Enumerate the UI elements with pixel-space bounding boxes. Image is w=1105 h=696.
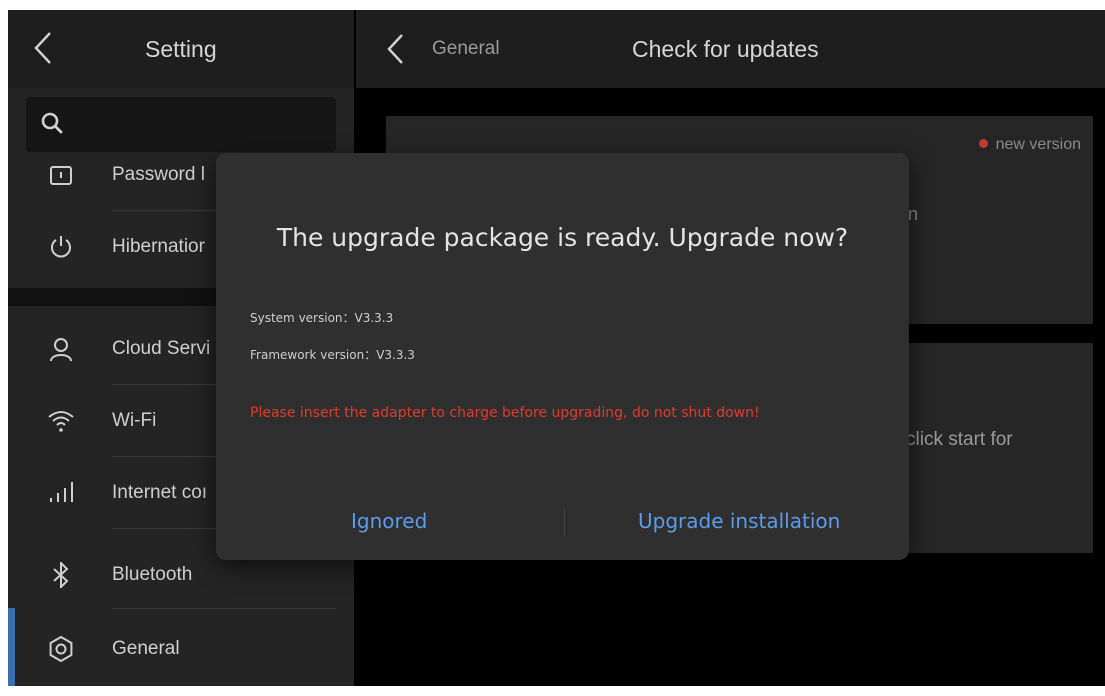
user-icon bbox=[48, 336, 74, 362]
obscured-text: click start for bbox=[906, 429, 1013, 450]
sidebar-header: Setting bbox=[8, 10, 354, 88]
divider bbox=[112, 608, 336, 609]
sidebar-item-label: Bluetooth bbox=[112, 564, 193, 585]
obscured-text: n bbox=[908, 204, 919, 224]
page-title: Check for updates bbox=[632, 36, 819, 62]
sidebar-item-label: Internet coı bbox=[112, 482, 208, 503]
gear-icon bbox=[48, 635, 74, 663]
warning-message: Please insert the adapter to charge befo… bbox=[250, 405, 760, 421]
sidebar-item-general[interactable]: General bbox=[8, 614, 354, 684]
power-icon bbox=[48, 234, 74, 260]
sidebar-item-label: Hibernatior bbox=[112, 236, 205, 257]
sidebar-item-label: Wi-Fi bbox=[112, 410, 157, 431]
wifi-icon bbox=[48, 408, 74, 434]
upgrade-dialog: The upgrade package is ready. Upgrade no… bbox=[216, 153, 909, 560]
chevron-left-icon bbox=[34, 32, 51, 64]
screen: Setting Password l Hibernatior Cloud Ser… bbox=[8, 10, 1105, 686]
badge-label: new version bbox=[995, 136, 1081, 153]
sidebar-item-label: General bbox=[112, 638, 180, 659]
search-icon bbox=[40, 111, 64, 140]
ignore-button[interactable]: Ignored bbox=[351, 509, 427, 533]
password-icon bbox=[48, 162, 74, 188]
sidebar-item-label: Password l bbox=[112, 164, 205, 185]
button-divider bbox=[564, 508, 565, 536]
breadcrumb[interactable]: General bbox=[432, 38, 500, 60]
new-version-badge: new version bbox=[978, 136, 1081, 154]
chevron-left-icon bbox=[387, 34, 403, 64]
sidebar-item-label: Cloud Servi bbox=[112, 338, 211, 359]
sidebar-title: Setting bbox=[145, 36, 217, 62]
status-dot bbox=[978, 139, 988, 149]
back-button[interactable] bbox=[384, 32, 406, 66]
dialog-title: The upgrade package is ready. Upgrade no… bbox=[276, 223, 849, 252]
bluetooth-icon bbox=[48, 560, 74, 590]
upgrade-installation-button[interactable]: Upgrade installation bbox=[638, 509, 840, 533]
back-button[interactable] bbox=[30, 30, 56, 66]
detail-header: General Check for updates bbox=[356, 10, 1105, 88]
signal-icon bbox=[48, 480, 74, 506]
system-version: System version：V3.3.3 bbox=[250, 311, 394, 325]
framework-version: Framework version：V3.3.3 bbox=[250, 348, 415, 362]
